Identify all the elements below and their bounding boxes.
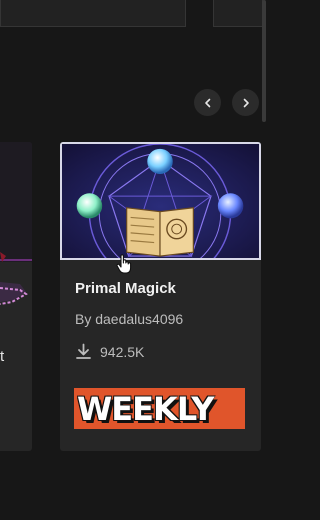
scrollbar[interactable]	[262, 0, 266, 122]
weekly-badge: WEEKLY	[74, 388, 245, 429]
mod-card-partial[interactable]: t	[0, 142, 32, 451]
mod-card[interactable]: Primal Magick By daedalus4096 942.5K WEE…	[60, 142, 261, 451]
chevron-right-icon	[243, 98, 249, 107]
weekly-badge-label: WEEKLY	[77, 389, 214, 428]
top-bar-left	[0, 0, 186, 27]
mod-thumbnail[interactable]	[60, 142, 261, 260]
mod-title-partial: t	[0, 348, 5, 365]
mod-art-partial	[0, 252, 28, 305]
download-count: 942.5K	[75, 343, 144, 360]
chevron-left-icon	[204, 98, 210, 107]
download-count-value: 942.5K	[100, 343, 145, 360]
hand-pointer-icon	[116, 254, 132, 274]
download-icon	[76, 343, 91, 359]
mod-title[interactable]: Primal Magick	[75, 280, 176, 297]
carousel-next-button[interactable]	[232, 89, 259, 116]
top-bar-right	[213, 0, 263, 27]
carousel-prev-button[interactable]	[194, 89, 221, 116]
mod-author[interactable]: By daedalus4096	[75, 311, 183, 327]
